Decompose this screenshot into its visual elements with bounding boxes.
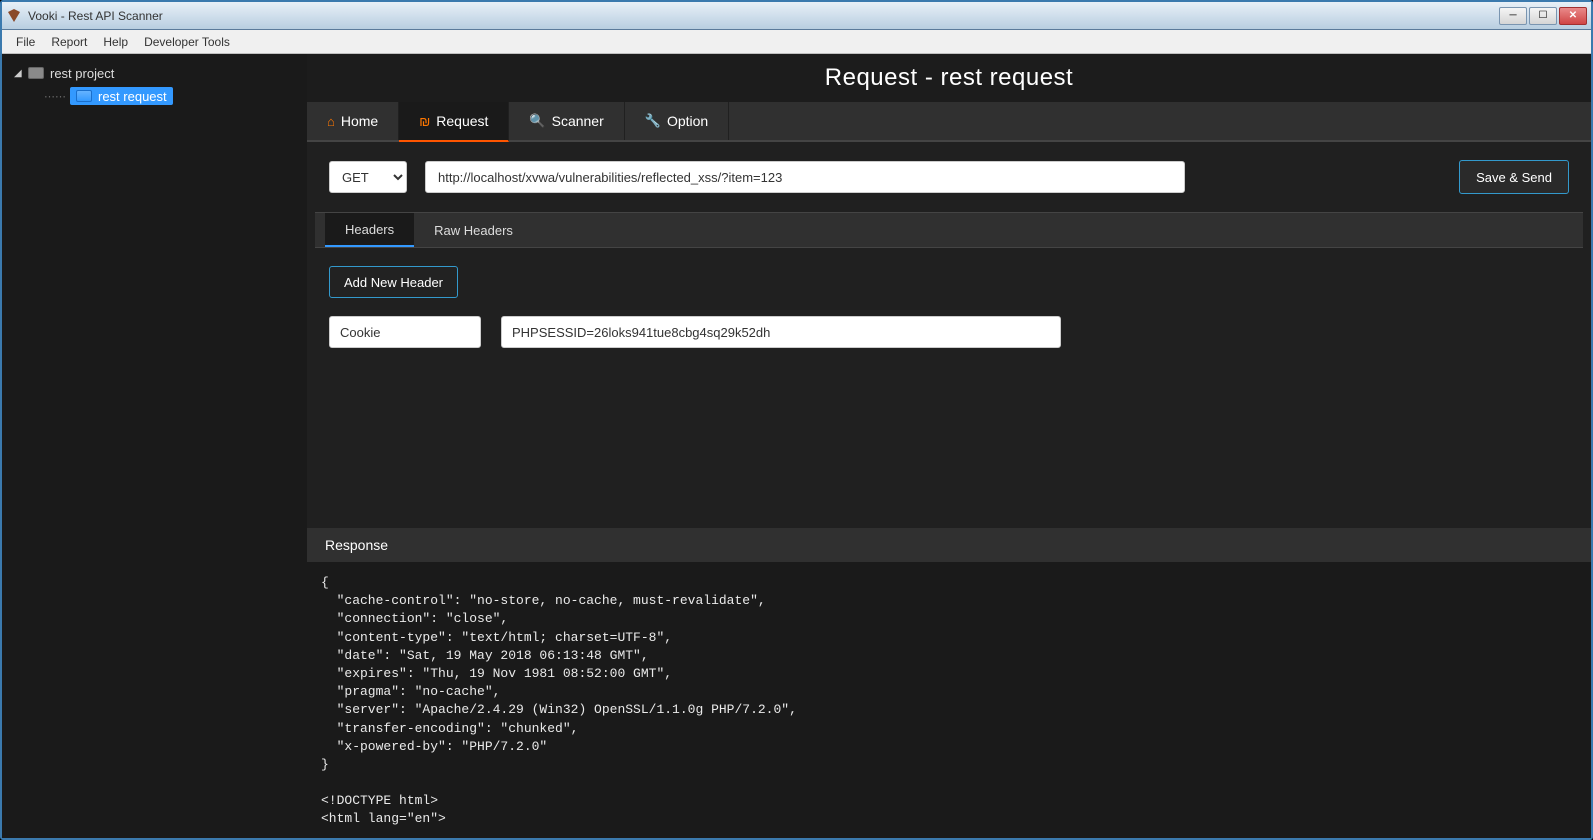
subtab-raw-headers[interactable]: Raw Headers [414, 213, 533, 247]
menu-file[interactable]: File [8, 33, 43, 51]
tree-connector-icon: ⋯⋯ [44, 90, 66, 103]
window-title: Vooki - Rest API Scanner [28, 9, 1499, 23]
home-icon: ⌂ [327, 114, 335, 129]
subtab-headers[interactable]: Headers [325, 213, 414, 247]
app-icon [6, 8, 22, 24]
headers-panel: Add New Header [307, 248, 1591, 528]
tree-toggle-icon[interactable]: ◢ [14, 68, 28, 79]
tab-request-label: Request [436, 113, 488, 129]
header-value-input[interactable] [501, 316, 1061, 348]
content-area: ◢ rest project ⋯⋯ rest request Request -… [2, 54, 1591, 838]
menu-report[interactable]: Report [43, 33, 95, 51]
request-row: GET Save & Send [307, 142, 1591, 212]
tab-scanner-label: Scanner [552, 113, 604, 129]
main-tabs: ⌂ Home ₪ Request 🔍 Scanner 🔧 Option [307, 102, 1591, 142]
tree-selected-item[interactable]: rest request [70, 87, 173, 105]
response-body[interactable]: { "cache-control": "no-store, no-cache, … [307, 562, 1591, 838]
save-send-button[interactable]: Save & Send [1459, 160, 1569, 194]
menubar: File Report Help Developer Tools [2, 30, 1591, 54]
menu-help[interactable]: Help [95, 33, 136, 51]
tree-project-label: rest project [50, 66, 114, 81]
folder-icon [28, 65, 44, 81]
maximize-button[interactable]: ☐ [1529, 7, 1557, 25]
tree-request-label: rest request [98, 89, 167, 104]
page-title: Request - rest request [307, 54, 1591, 102]
header-row [329, 316, 1569, 348]
close-button[interactable]: ✕ [1559, 7, 1587, 25]
tab-request[interactable]: ₪ Request [399, 102, 509, 142]
request-icon: ₪ [419, 114, 430, 129]
option-icon: 🔧 [645, 113, 661, 129]
main-panel: Request - rest request ⌂ Home ₪ Request … [307, 54, 1591, 838]
titlebar[interactable]: Vooki - Rest API Scanner ─ ☐ ✕ [2, 2, 1591, 30]
app-window: Vooki - Rest API Scanner ─ ☐ ✕ File Repo… [0, 0, 1593, 840]
tab-scanner[interactable]: 🔍 Scanner [509, 102, 624, 140]
folder-icon [76, 88, 92, 104]
tree-project-row[interactable]: ◢ rest project [14, 62, 307, 84]
scanner-icon: 🔍 [529, 113, 545, 129]
sidebar: ◢ rest project ⋯⋯ rest request [2, 54, 307, 838]
tab-home-label: Home [341, 113, 378, 129]
tab-option-label: Option [667, 113, 708, 129]
tab-home[interactable]: ⌂ Home [307, 102, 399, 140]
tree-request-row[interactable]: ⋯⋯ rest request [44, 84, 307, 108]
url-input[interactable] [425, 161, 1185, 193]
window-controls: ─ ☐ ✕ [1499, 7, 1587, 25]
method-select[interactable]: GET [329, 161, 407, 193]
sub-tabs: Headers Raw Headers [315, 212, 1583, 248]
response-header: Response [307, 528, 1591, 562]
response-label: Response [325, 537, 388, 553]
tab-option[interactable]: 🔧 Option [625, 102, 729, 140]
minimize-button[interactable]: ─ [1499, 7, 1527, 25]
header-key-input[interactable] [329, 316, 481, 348]
menu-developer-tools[interactable]: Developer Tools [136, 33, 238, 51]
add-header-button[interactable]: Add New Header [329, 266, 458, 298]
